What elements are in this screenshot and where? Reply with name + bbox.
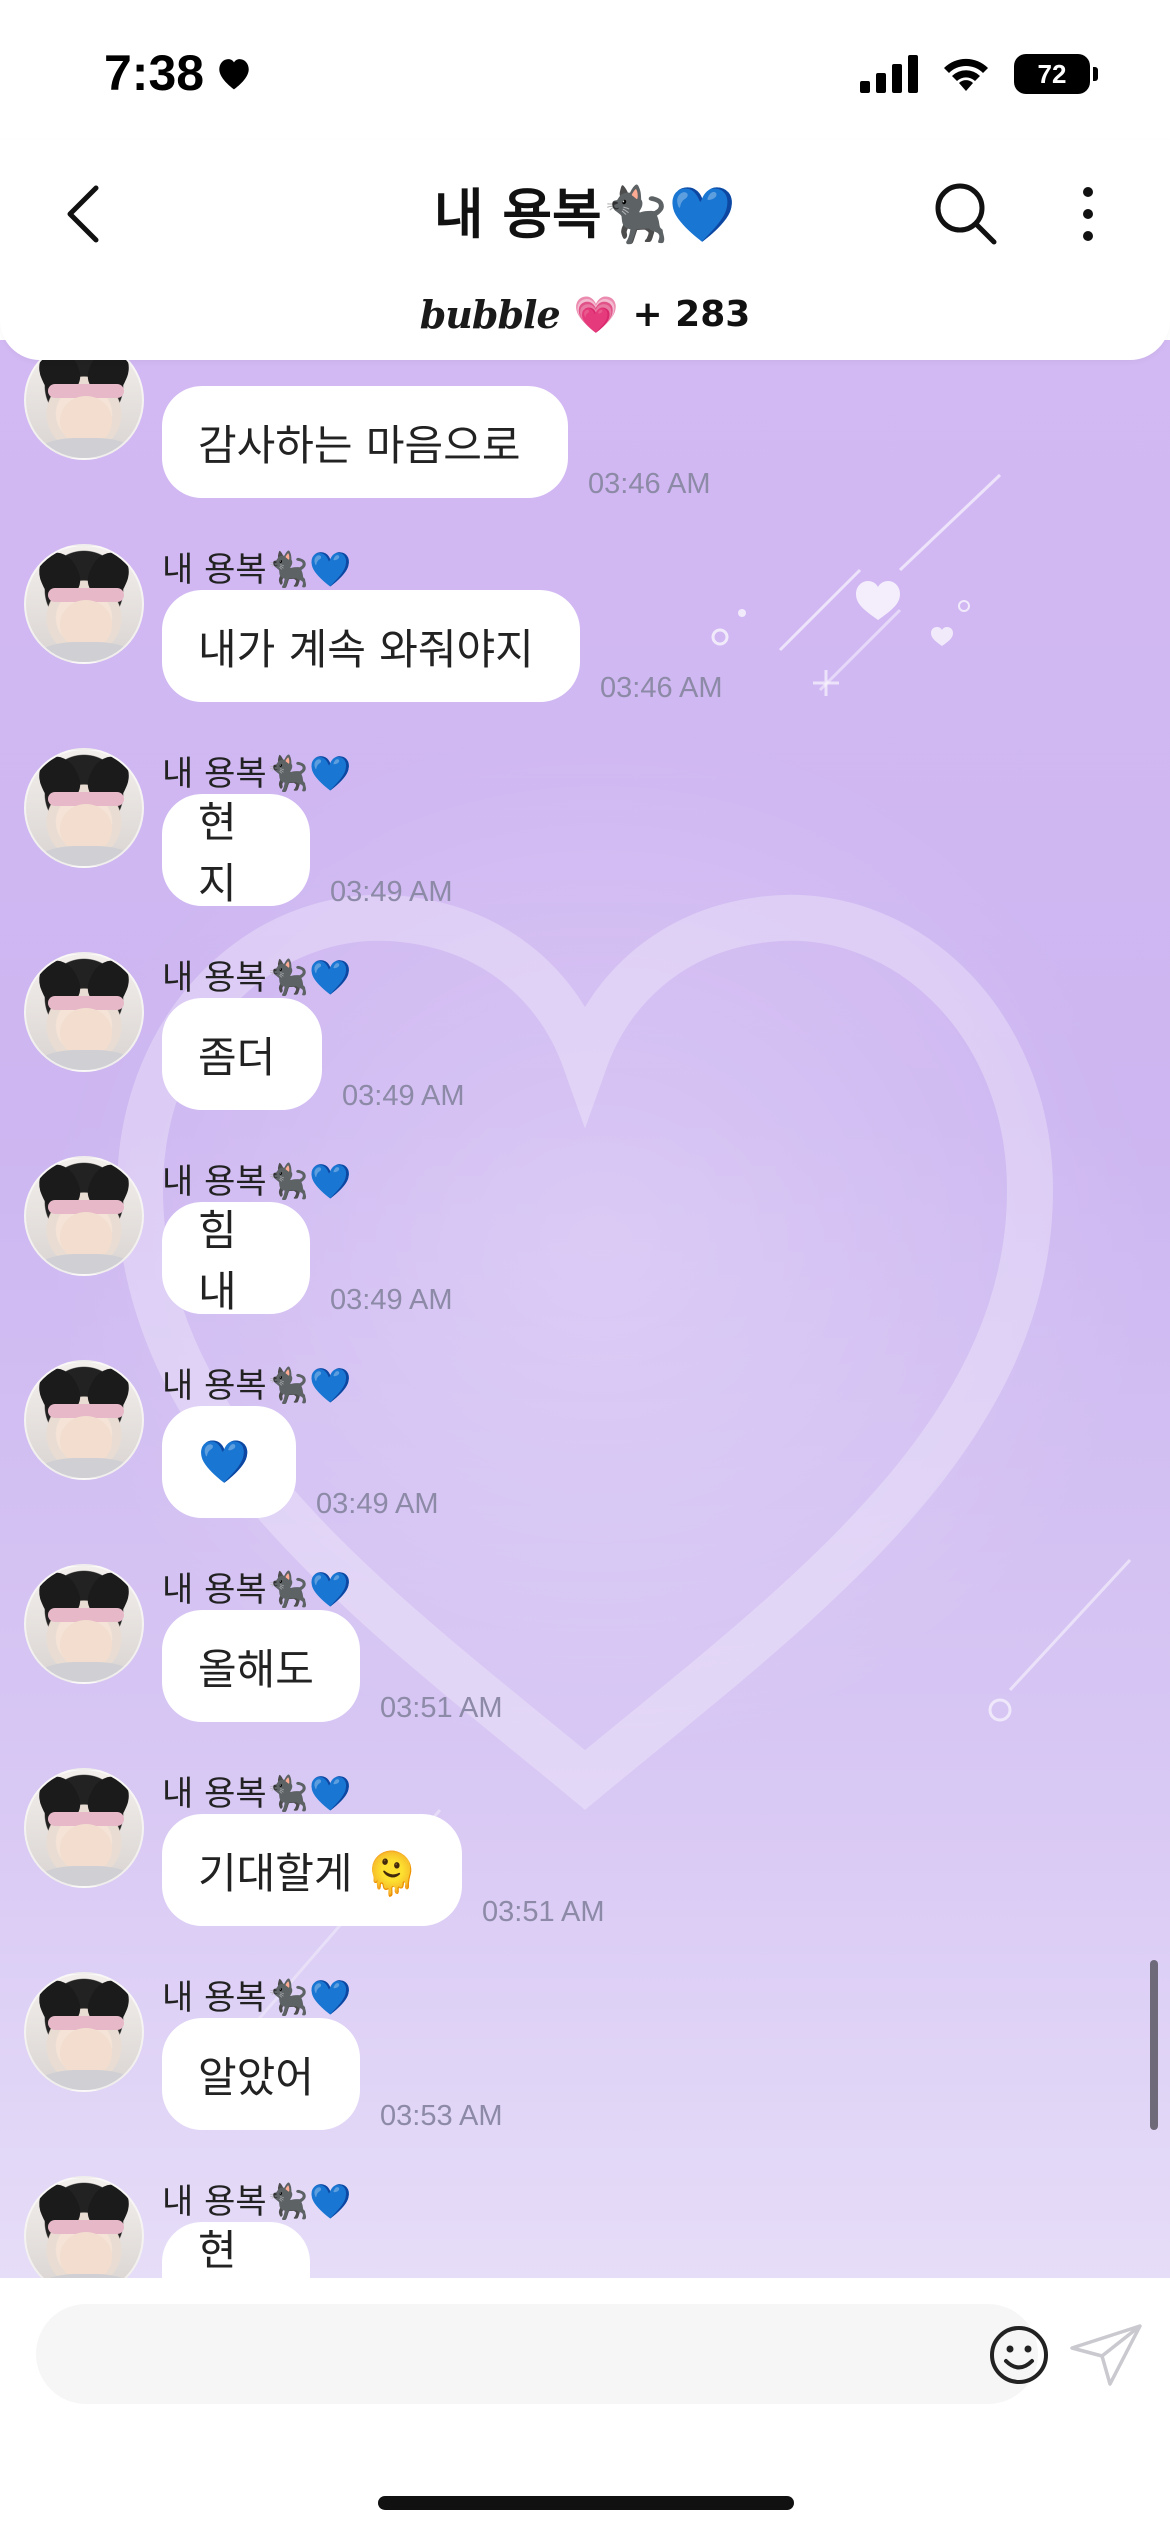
message-bubble[interactable]: 현지 [162,2222,310,2278]
sender-name: 내 용복🐈‍⬛💙 [162,1774,352,1814]
more-options-button[interactable] [1066,176,1110,252]
message-row: 내 용복🐈‍⬛💙 좀더 03:49 AM [0,812,1170,1112]
bubble-logo: bubble [419,292,561,337]
chat-area[interactable]: 감사하는 마음으로 03:46 AM 내 용복🐈‍⬛💙 내가 계속 와줘야지 03:46… [0,340,1170,2278]
message-input-container[interactable] [36,2304,1048,2404]
search-button[interactable] [928,176,1004,252]
sender-name: 내 용복🐈‍⬛💙 [162,550,352,590]
bubble-count: + 283 [632,294,751,335]
send-icon [1070,2324,1142,2386]
message-row: 내 용복🐈‍⬛💙 올해도 03:51 AM [0,1424,1170,1724]
sender-name: 내 용복🐈‍⬛💙 [162,1366,352,1406]
status-bar: 7:38 72 [0,0,1170,140]
input-area [0,2278,1170,2532]
bubble-heart-icon: 💗 [573,294,619,336]
smiley-icon [990,2326,1048,2384]
message-row: 내 용복🐈‍⬛💙 💙 03:49 AM [0,1220,1170,1520]
send-button[interactable] [1068,2322,1144,2388]
wifi-icon [944,58,988,91]
message-input[interactable] [72,2326,932,2382]
cellular-signal-icon [860,55,918,93]
battery-indicator: 72 [1014,54,1098,94]
message-row: 내 용복🐈‍⬛💙 기대할게 🫠 03:51 AM [0,1628,1170,1928]
avatar[interactable] [24,2176,144,2278]
avatar-face [60,2232,112,2278]
sender-name: 내 용복🐈‍⬛💙 [162,1162,352,1202]
message-row: 내 용복🐈‍⬛💙 힘내 03:49 AM [0,1016,1170,1316]
battery-level: 72 [1037,58,1067,89]
bubble-count-bar: bubble 💗 + 283 [0,292,1170,337]
scrollbar[interactable] [1150,1960,1158,2130]
status-indicators: 72 [860,54,1098,94]
message-row: 내 용복🐈‍⬛💙 내가 계속 와줘야지 03:46 AM [0,404,1170,704]
sender-name: 내 용복🐈‍⬛💙 [162,2182,352,2222]
clock: 7:38 [104,45,205,101]
home-indicator [378,2496,794,2510]
message-row: 내 용복🐈‍⬛💙 현지 03:49 AM [0,608,1170,908]
sender-name: 내 용복🐈‍⬛💙 [162,1570,352,1610]
sender-name: 내 용복🐈‍⬛💙 [162,958,352,998]
chat-header: 내 용복🐈‍⬛💙 bubble 💗 + 283 [0,140,1170,360]
sender-name: 내 용복🐈‍⬛💙 [162,754,352,794]
message-row: 내 용복🐈‍⬛💙 알았어 03:53 AM [0,1832,1170,2132]
title-text: 내 용복🐈‍⬛💙 [433,183,737,246]
heart-icon [214,55,254,91]
search-icon [935,183,997,245]
status-time: 7:38 [104,44,254,102]
emoji-button[interactable] [986,2322,1052,2388]
more-icon [1083,187,1093,241]
message-row: 내 용복🐈‍⬛💙현지 [0,2036,1170,2278]
sender-name: 내 용복🐈‍⬛💙 [162,1978,352,2018]
